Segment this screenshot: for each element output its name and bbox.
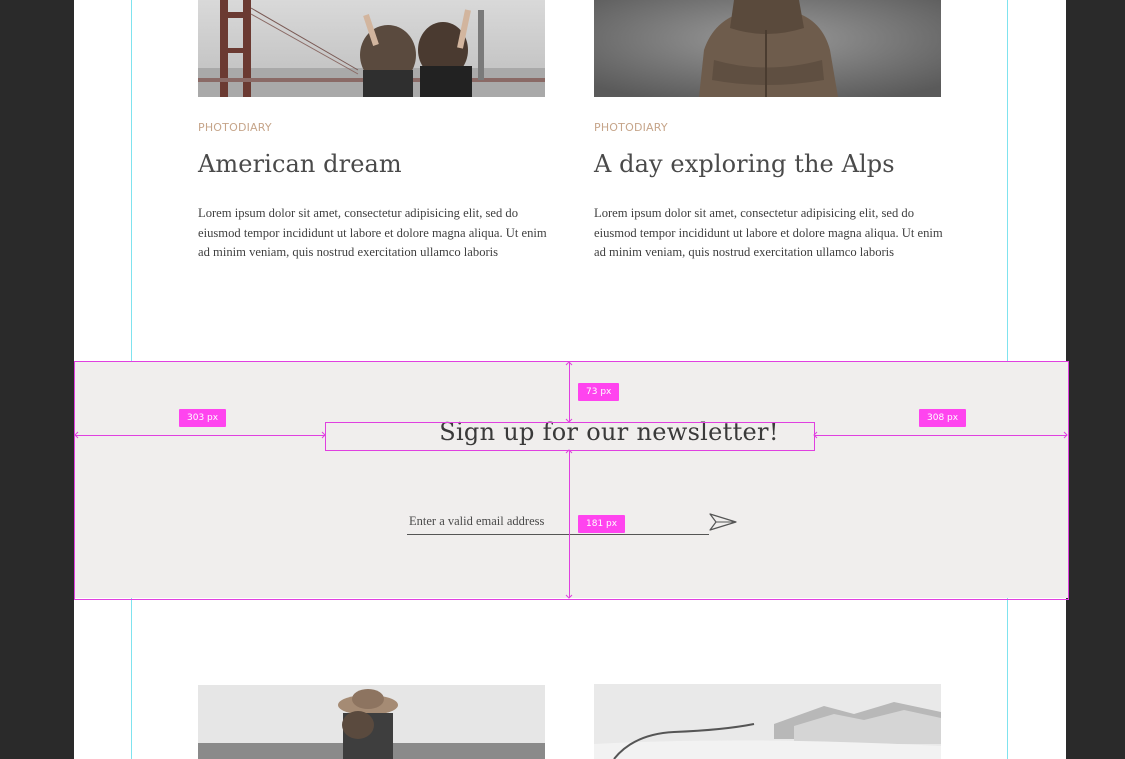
measure-badge-right: 308 px: [919, 409, 967, 427]
measure-badge-left: 303 px: [179, 409, 227, 427]
measure-badge-bottom: 181 px: [578, 515, 626, 533]
measure-arrowheads: [74, 361, 1068, 599]
measure-badge-top: 73 px: [578, 383, 620, 401]
